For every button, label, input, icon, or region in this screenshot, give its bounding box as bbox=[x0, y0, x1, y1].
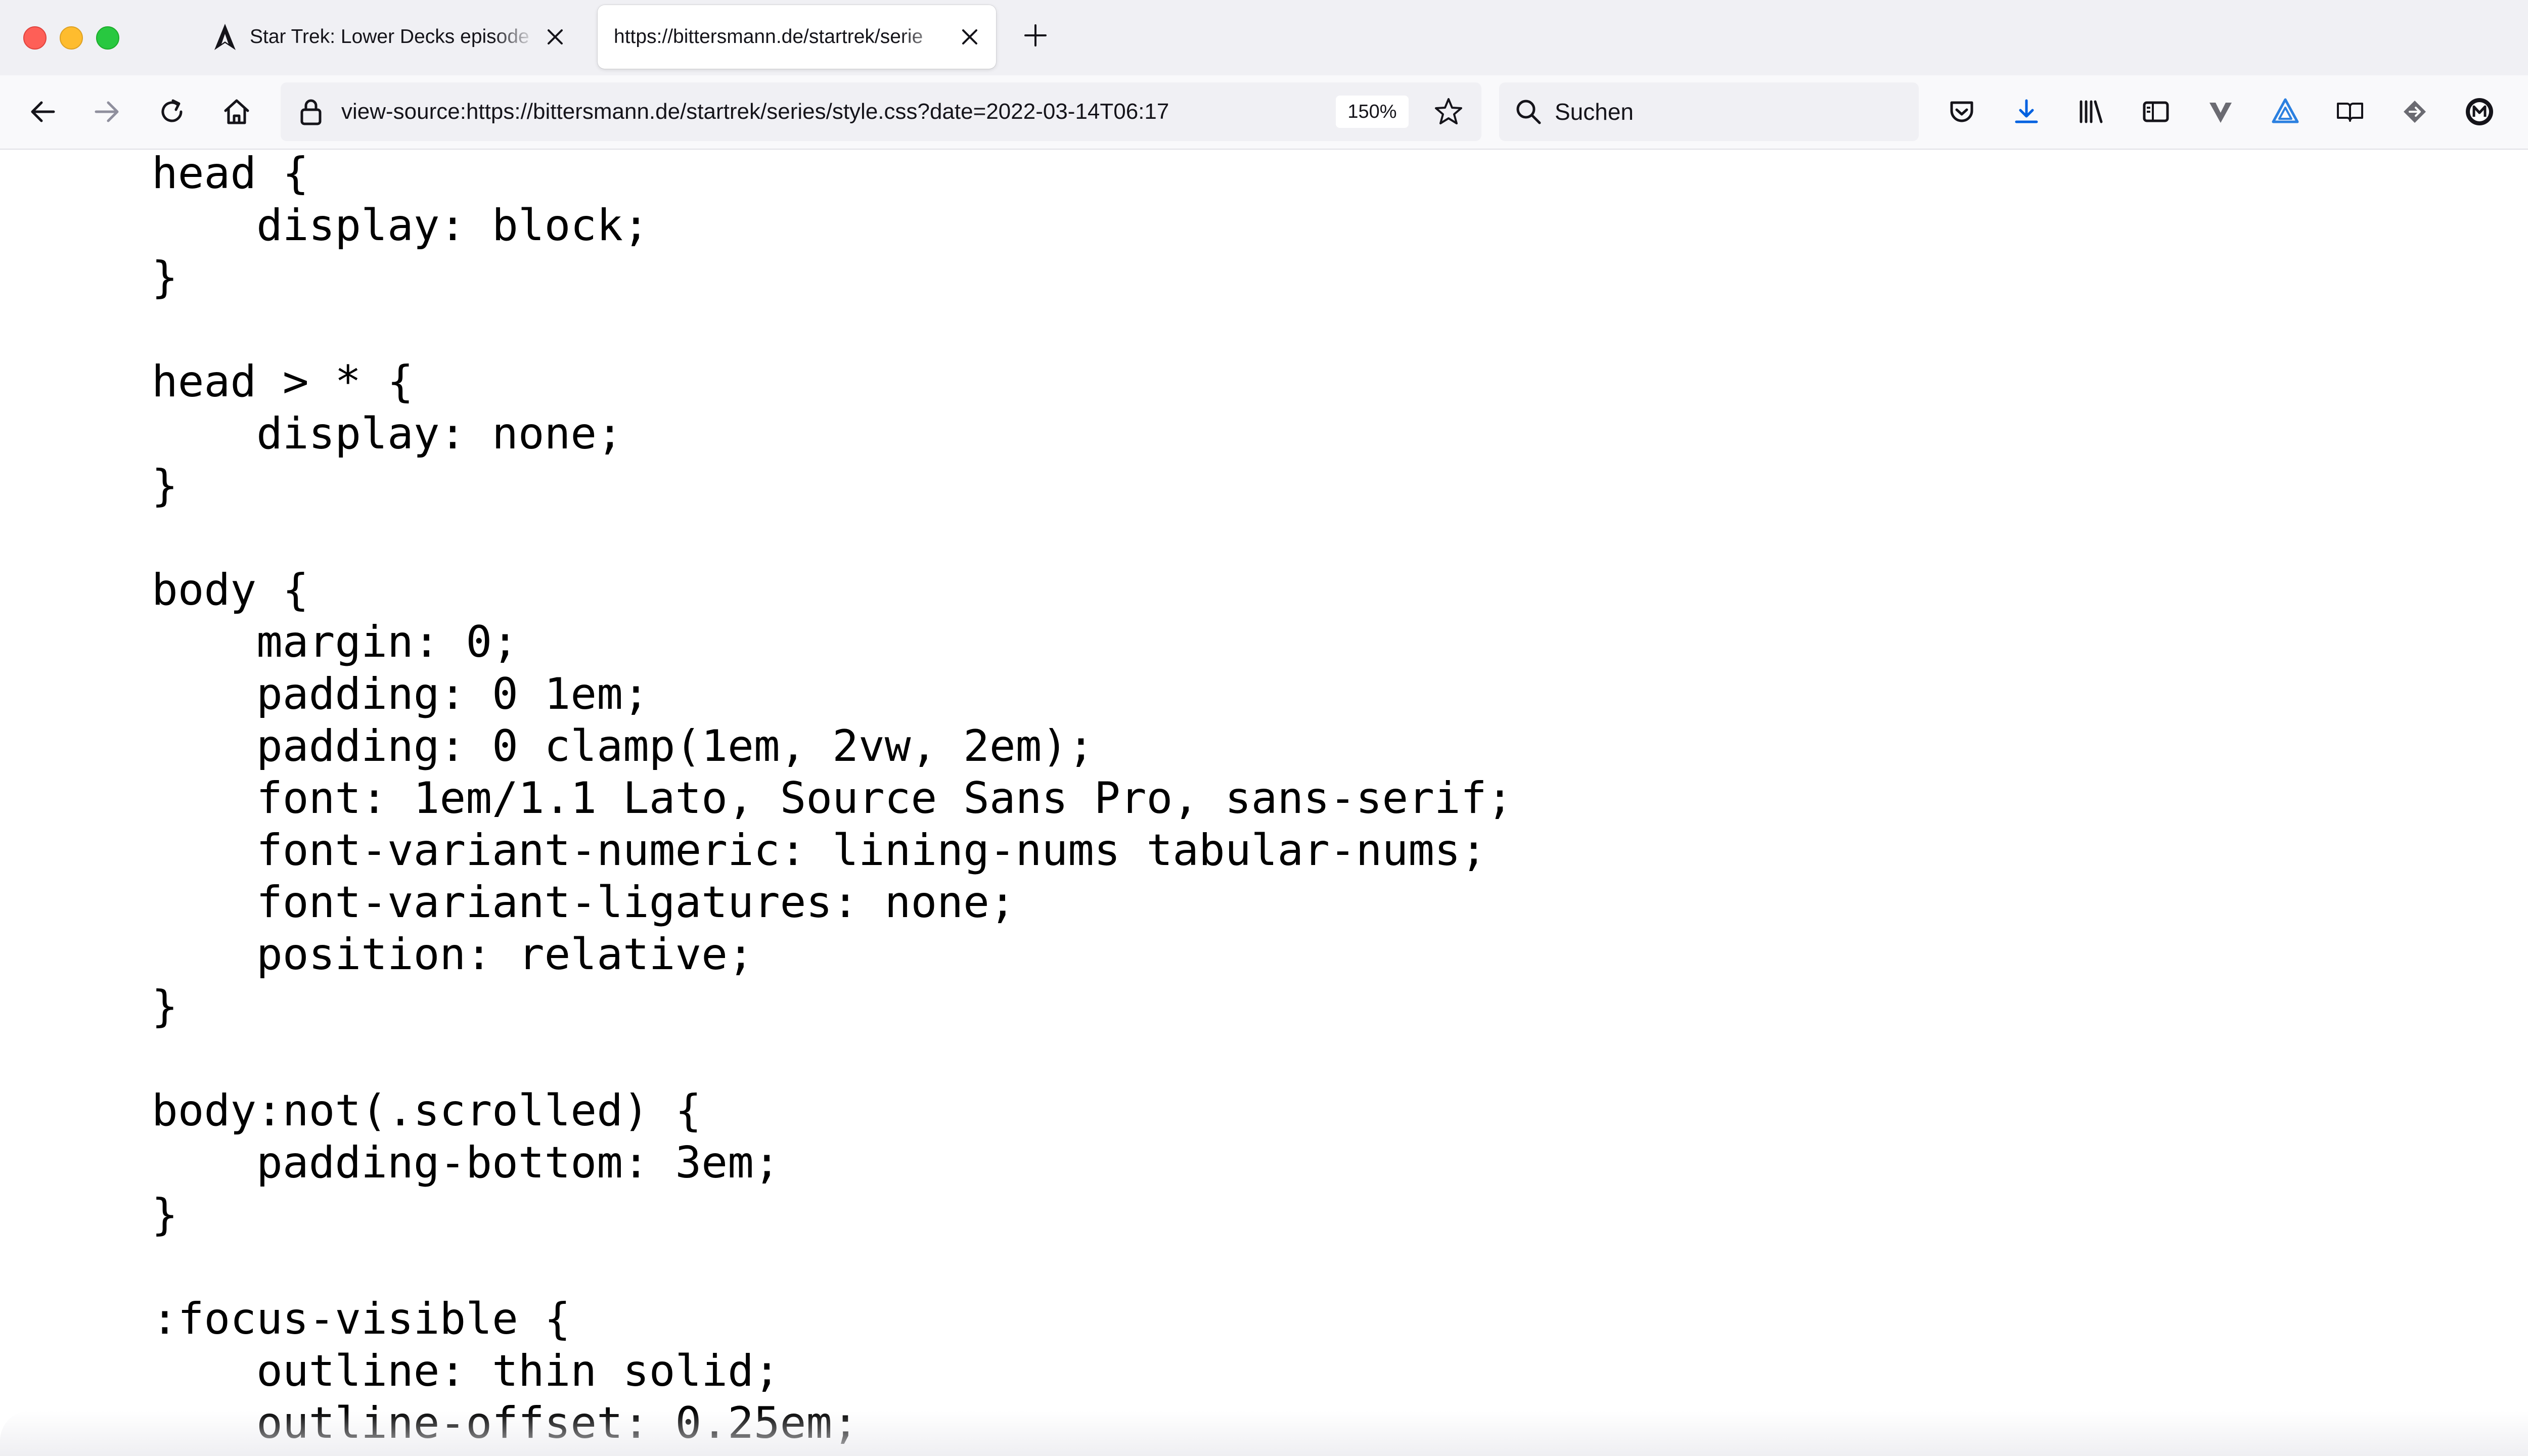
reload-button[interactable] bbox=[154, 94, 190, 130]
url-text[interactable]: view-source:https://bittersmann.de/start… bbox=[341, 82, 1368, 141]
downloads-icon bbox=[2015, 99, 2038, 123]
source-line: font-variant-ligatures: none; bbox=[152, 877, 1016, 928]
sidebar-icon bbox=[2143, 101, 2169, 122]
send-icon bbox=[2404, 101, 2426, 123]
arrow-left-icon bbox=[31, 101, 55, 122]
send-button[interactable] bbox=[2397, 94, 2433, 130]
source-line bbox=[152, 512, 1513, 564]
navigation-toolbar: view-source:https://bittersmann.de/start… bbox=[0, 75, 2528, 150]
starfleet-delta-icon bbox=[214, 24, 236, 50]
reader-icon bbox=[2337, 103, 2363, 122]
zoom-level-button[interactable]: 150% bbox=[1336, 96, 1409, 128]
source-line: } bbox=[152, 461, 178, 511]
forward-button[interactable] bbox=[89, 94, 125, 130]
new-tab-button[interactable] bbox=[1020, 20, 1051, 51]
dev-extension-button[interactable] bbox=[2267, 94, 2304, 130]
source-line: display: none; bbox=[152, 408, 623, 459]
downloads-button[interactable] bbox=[2008, 94, 2045, 130]
tab-title: Star Trek: Lower Decks episode bbox=[250, 26, 529, 48]
source-line: body { bbox=[152, 565, 309, 615]
browser-window: Star Trek: Lower Decks episode https://b… bbox=[0, 0, 2528, 1456]
bookmark-star-icon[interactable] bbox=[1433, 97, 1464, 127]
fullscreen-window-button[interactable] bbox=[96, 26, 119, 50]
source-line: head > * { bbox=[152, 356, 414, 407]
source-line: padding-bottom: 3em; bbox=[152, 1138, 780, 1188]
search-placeholder: Suchen bbox=[1555, 99, 1634, 125]
close-tab-icon[interactable] bbox=[960, 27, 980, 47]
window-bottom-edge bbox=[0, 1410, 2528, 1456]
pocket-icon bbox=[1950, 101, 1973, 122]
minimize-window-button[interactable] bbox=[60, 26, 83, 50]
sidebar-button[interactable] bbox=[2138, 94, 2174, 130]
source-code: head { display: block; } head > * { disp… bbox=[152, 150, 1513, 1449]
source-line: font: 1em/1.1 Lato, Source Sans Pro, san… bbox=[152, 773, 1513, 824]
dev-extension-icon bbox=[2272, 98, 2299, 123]
source-line: margin: 0; bbox=[152, 617, 518, 667]
library-button[interactable] bbox=[2073, 94, 2109, 130]
vivaldi-extension-icon bbox=[2209, 103, 2232, 123]
source-line: body:not(.scrolled) { bbox=[152, 1085, 702, 1136]
source-view: head { display: block; } head > * { disp… bbox=[0, 150, 2528, 1456]
pocket-button[interactable] bbox=[1944, 94, 1980, 130]
source-line bbox=[152, 1033, 1513, 1085]
source-line bbox=[152, 304, 1513, 356]
m-account-icon bbox=[2466, 98, 2493, 125]
library-icon bbox=[2080, 100, 2103, 123]
lock-icon[interactable] bbox=[297, 98, 325, 126]
reload-icon bbox=[161, 99, 183, 122]
source-line: position: relative; bbox=[152, 929, 754, 980]
reader-button[interactable] bbox=[2332, 94, 2368, 130]
close-window-button[interactable] bbox=[23, 26, 47, 50]
tab-style-css[interactable]: https://bittersmann.de/startrek/serie bbox=[598, 5, 996, 69]
source-line: outline: thin solid; bbox=[152, 1346, 780, 1396]
tab-title: https://bittersmann.de/startrek/serie bbox=[614, 26, 923, 48]
source-line: } bbox=[152, 252, 178, 303]
source-line: padding: 0 clamp(1em, 2vw, 2em); bbox=[152, 721, 1094, 771]
source-line: head { bbox=[152, 150, 309, 199]
source-line: padding: 0 1em; bbox=[152, 669, 649, 719]
source-line: } bbox=[152, 981, 178, 1032]
tab-strip: Star Trek: Lower Decks episode https://b… bbox=[0, 0, 2528, 75]
source-line: font-variant-numeric: lining-nums tabula… bbox=[152, 825, 1487, 876]
back-button[interactable] bbox=[24, 94, 61, 130]
source-line: display: block; bbox=[152, 200, 649, 251]
close-tab-icon[interactable] bbox=[545, 27, 565, 47]
search-bar[interactable]: Suchen bbox=[1499, 82, 1919, 141]
arrow-right-icon bbox=[95, 101, 119, 122]
tab-lower-decks[interactable]: Star Trek: Lower Decks episode bbox=[197, 5, 581, 69]
source-line: :focus-visible { bbox=[152, 1294, 571, 1344]
home-button[interactable] bbox=[218, 94, 255, 130]
search-icon bbox=[1516, 100, 1541, 124]
plus-icon bbox=[1024, 24, 1047, 47]
m-account-button[interactable] bbox=[2461, 94, 2498, 130]
source-line bbox=[152, 1241, 1513, 1293]
home-icon bbox=[224, 99, 249, 124]
menu-button[interactable] bbox=[2526, 94, 2528, 130]
vivaldi-extension-button[interactable] bbox=[2202, 94, 2239, 130]
url-bar[interactable]: view-source:https://bittersmann.de/start… bbox=[281, 82, 1481, 141]
source-line: } bbox=[152, 1190, 178, 1240]
